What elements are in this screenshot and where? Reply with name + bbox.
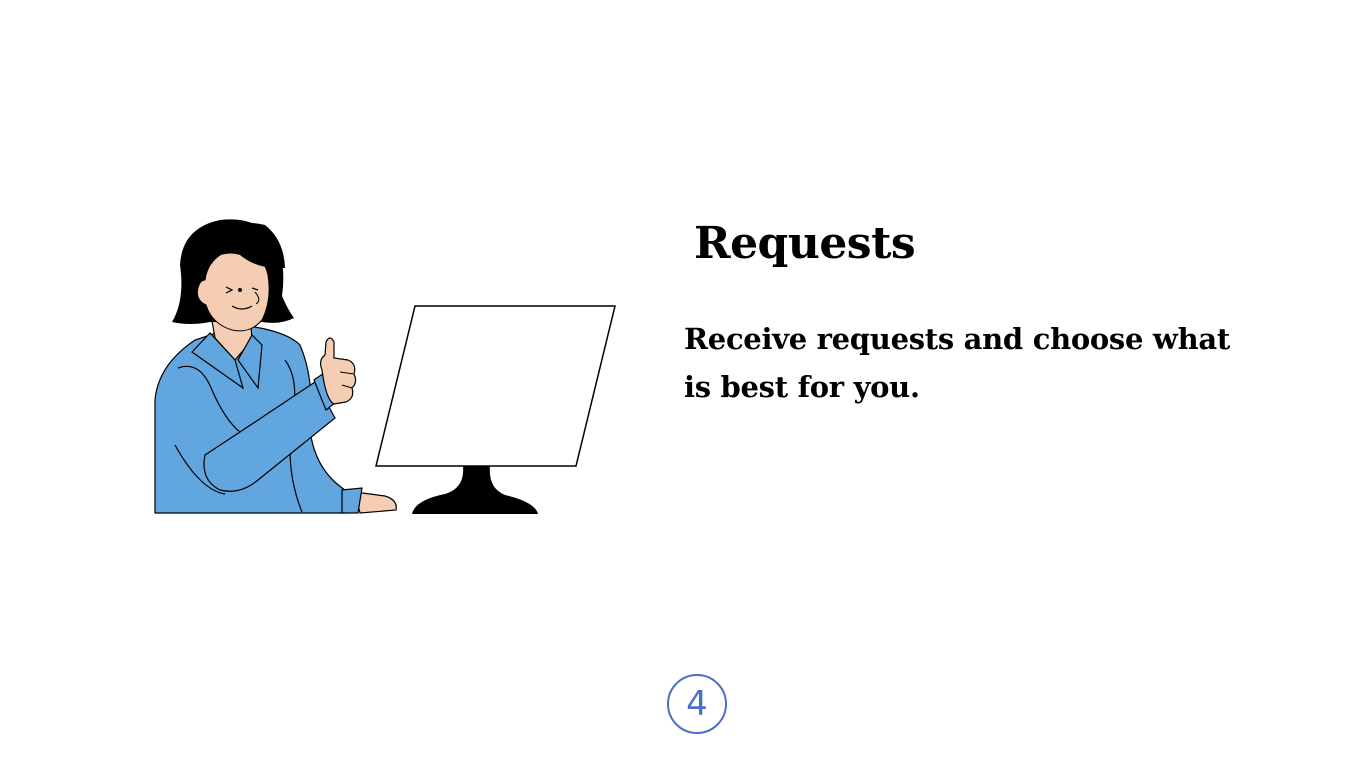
step-number: 4	[686, 684, 708, 724]
monitor-stand	[412, 466, 538, 514]
onboarding-slide: Requests Receive requests and choose wha…	[0, 0, 1366, 768]
slide-description: Receive requests and choose what is best…	[684, 322, 1230, 404]
slide-title: Requests	[694, 218, 916, 269]
woman-at-computer-illustration	[154, 219, 616, 514]
monitor-screen	[375, 305, 616, 467]
step-indicator: 4	[667, 674, 727, 734]
